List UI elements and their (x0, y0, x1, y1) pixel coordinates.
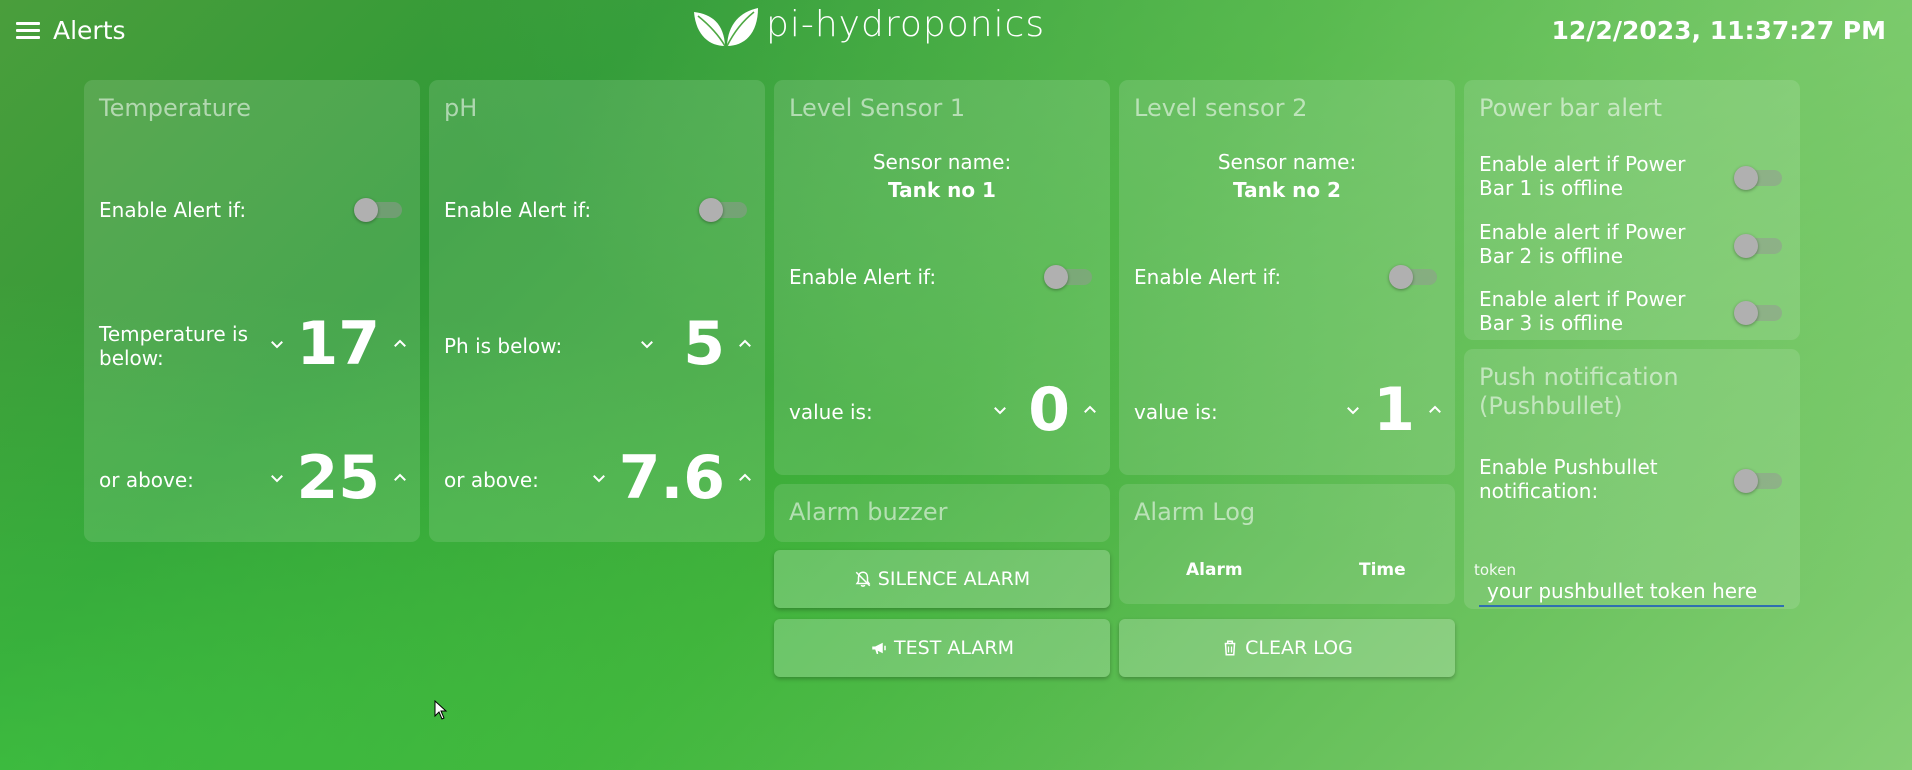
level-sensor-2-card: Level sensor 2 Sensor name: Tank no 2 En… (1119, 80, 1455, 475)
sensor-name-caption: Sensor name: Tank no 2 (1119, 148, 1455, 204)
level2-alert-toggle[interactable] (1389, 265, 1437, 289)
chevron-up-icon[interactable] (1078, 398, 1102, 422)
enable-alert-label: Enable Alert if: (789, 265, 937, 289)
app-header: Alerts pi-hydroponics 12/2/2023, 11:37:2… (0, 0, 1912, 62)
app-logo: pi-hydroponics (692, 3, 1046, 48)
level1-value: 0 (1028, 375, 1070, 445)
test-alarm-button[interactable]: TEST ALARM (774, 619, 1110, 677)
card-title: pH (444, 94, 478, 122)
temperature-above-value: 25 (296, 443, 381, 513)
sensor-name-caption: Sensor name: Tank no 1 (774, 148, 1110, 204)
power-bar-2-toggle[interactable] (1734, 234, 1782, 258)
sensor-name-value: Tank no 2 (1233, 178, 1341, 202)
card-title: Alarm Log (1134, 498, 1256, 526)
chevron-down-icon[interactable] (265, 466, 289, 490)
level2-value: 1 (1373, 375, 1415, 445)
push-notification-card: Push notification (Pushbullet) Enable Pu… (1464, 349, 1800, 609)
datetime-display: 12/2/2023, 11:37:27 PM (1551, 16, 1887, 45)
value-is-label: value is: (1134, 400, 1218, 424)
sensor-name-value: Tank no 1 (888, 178, 996, 202)
ph-above-value: 7.6 (618, 443, 725, 513)
enable-alert-label: Enable Alert if: (1134, 265, 1282, 289)
temperature-above-label: or above: (99, 468, 194, 492)
log-column-time: Time (1359, 560, 1406, 580)
silence-alarm-button[interactable]: SILENCE ALARM (774, 550, 1110, 608)
temperature-above-stepper: 25 (265, 448, 413, 508)
card-title: Temperature (99, 94, 252, 122)
card-title: Power bar alert (1479, 94, 1663, 122)
ph-above-label: or above: (444, 468, 539, 492)
level2-value-stepper: 1 (1341, 380, 1447, 440)
power-bar-1-toggle[interactable] (1734, 166, 1782, 190)
ph-below-label: Ph is below: (444, 334, 563, 358)
power-bar-3-label: Enable alert if Power Bar 3 is offline (1479, 287, 1686, 335)
mouse-cursor-icon (434, 700, 448, 720)
chevron-down-icon[interactable] (587, 466, 611, 490)
leaf-logo-icon (694, 8, 758, 47)
temperature-below-label: Temperature is below: (99, 322, 249, 370)
chevron-down-icon[interactable] (265, 332, 289, 356)
test-alarm-label: TEST ALARM (894, 637, 1014, 659)
chevron-up-icon[interactable] (733, 332, 757, 356)
value-is-label: value is: (789, 400, 873, 424)
card-title: Alarm buzzer (789, 498, 948, 526)
log-column-alarm: Alarm (1186, 560, 1243, 580)
level1-alert-toggle[interactable] (1044, 265, 1092, 289)
chevron-up-icon[interactable] (388, 466, 412, 490)
page-title: Alerts (53, 16, 126, 45)
chevron-down-icon[interactable] (988, 398, 1012, 422)
ph-below-stepper: 5 (635, 314, 757, 374)
chevron-up-icon[interactable] (1423, 398, 1447, 422)
clear-log-label: CLEAR LOG (1245, 637, 1353, 659)
temperature-card: Temperature Enable Alert if: Temperature… (84, 80, 420, 542)
power-bar-3-toggle[interactable] (1734, 301, 1782, 325)
ph-card: pH Enable Alert if: Ph is below: 5 or ab… (429, 80, 765, 542)
ph-below-value: 5 (683, 309, 725, 379)
level-sensor-1-card: Level Sensor 1 Sensor name: Tank no 1 En… (774, 80, 1110, 475)
silence-alarm-label: SILENCE ALARM (877, 568, 1031, 590)
temperature-alert-toggle[interactable] (354, 198, 402, 222)
power-bar-1-label: Enable alert if Power Bar 1 is offline (1479, 152, 1686, 200)
card-title: Level Sensor 1 (789, 94, 966, 122)
ph-above-stepper: 7.6 (587, 448, 757, 508)
ph-alert-toggle[interactable] (699, 198, 747, 222)
trash-icon (1224, 640, 1236, 656)
alarm-log-card: Alarm Log Alarm Time (1119, 484, 1455, 604)
sensor-name-label: Sensor name: (1217, 150, 1357, 174)
chevron-up-icon[interactable] (733, 466, 757, 490)
temperature-below-stepper: 17 (265, 314, 413, 374)
enable-pushbullet-label: Enable Pushbullet notification: (1479, 455, 1658, 503)
enable-alert-label: Enable Alert if: (99, 198, 247, 222)
bell-slash-icon (855, 571, 871, 587)
power-bar-alert-card: Power bar alert Enable alert if Power Ba… (1464, 80, 1800, 340)
chevron-down-icon[interactable] (635, 332, 659, 356)
megaphone-icon (872, 642, 886, 654)
chevron-up-icon[interactable] (388, 332, 412, 356)
pushbullet-toggle[interactable] (1734, 469, 1782, 493)
level1-value-stepper: 0 (988, 380, 1102, 440)
hamburger-menu-icon[interactable] (16, 22, 40, 40)
card-title: Level sensor 2 (1134, 94, 1308, 122)
enable-alert-label: Enable Alert if: (444, 198, 592, 222)
alarm-buzzer-card: Alarm buzzer (774, 484, 1110, 542)
chevron-down-icon[interactable] (1341, 398, 1365, 422)
power-bar-2-label: Enable alert if Power Bar 2 is offline (1479, 220, 1686, 268)
token-input[interactable] (1479, 571, 1784, 607)
clear-log-button[interactable]: CLEAR LOG (1119, 619, 1455, 677)
sensor-name-label: Sensor name: (872, 150, 1012, 174)
logo-text: pi-hydroponics (766, 3, 1046, 45)
card-title: Push notification (Pushbullet) (1479, 363, 1679, 420)
temperature-below-value: 17 (296, 309, 381, 379)
